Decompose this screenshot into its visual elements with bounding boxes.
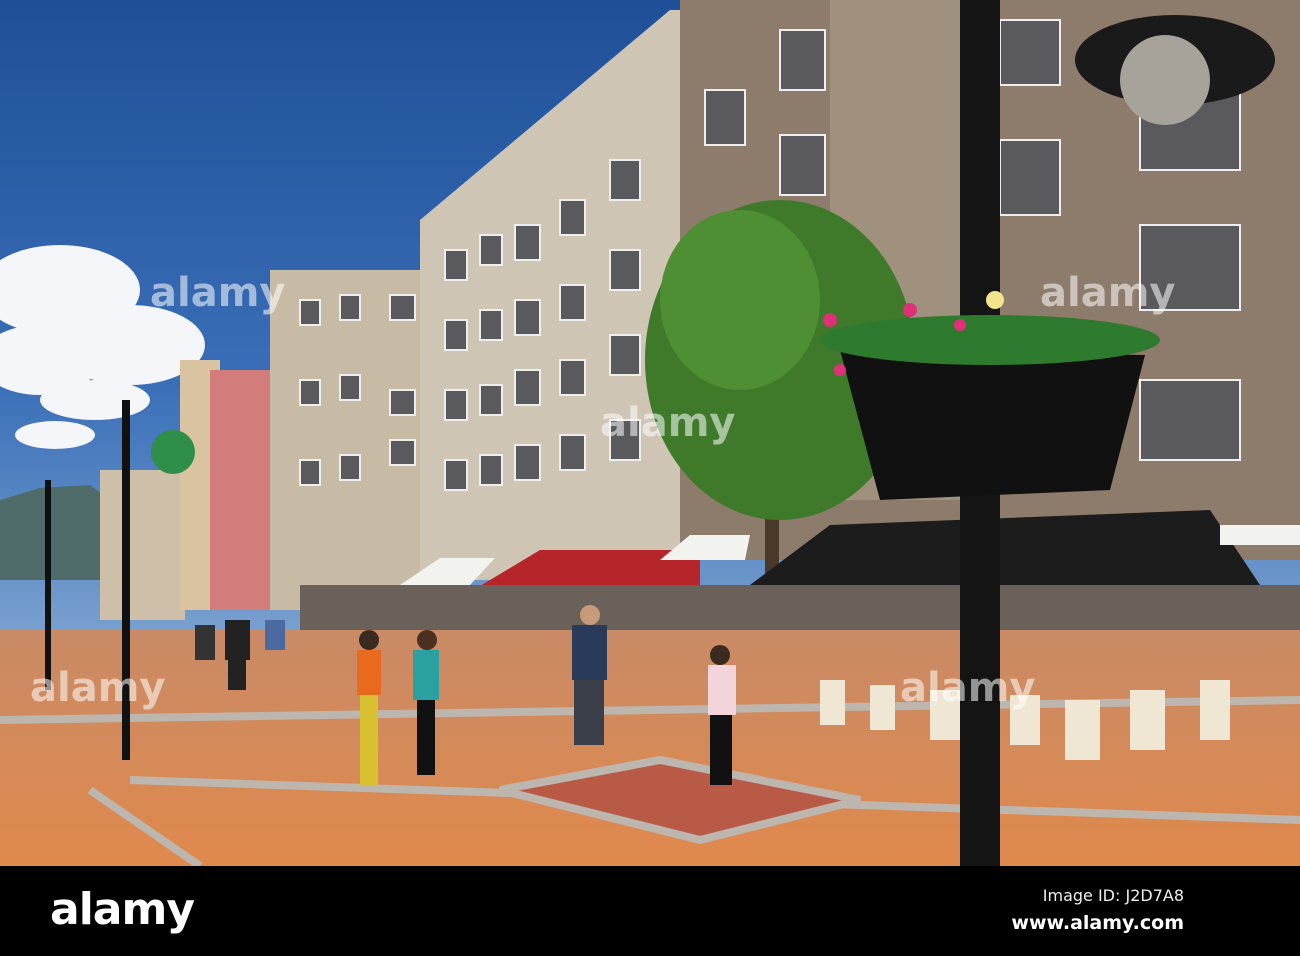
footer-bar: alamy Image ID: J2D7A8 www.alamy.com [0,866,1300,956]
mountains [0,485,110,580]
website-link[interactable]: www.alamy.com [1011,912,1184,934]
alamy-logo: alamy [50,884,195,935]
image-id: Image ID: J2D7A8 [1042,886,1184,905]
street-photo [0,0,1300,866]
